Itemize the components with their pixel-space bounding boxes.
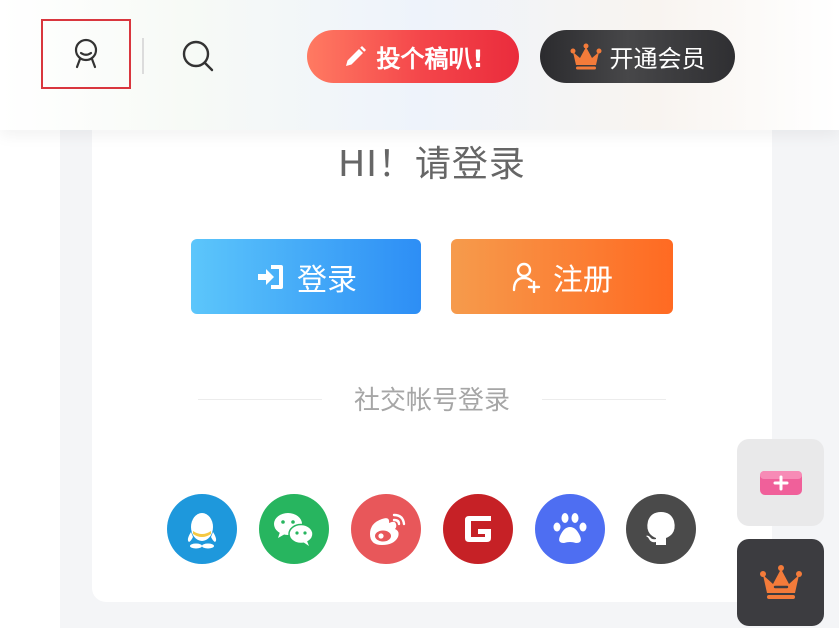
gitee-icon [465, 516, 491, 542]
social-gitee-button[interactable] [443, 494, 513, 564]
login-card: HI！请登录 登录 注册 社交帐号登录 [92, 110, 772, 602]
search-icon [182, 40, 214, 72]
qq-icon [187, 513, 217, 549]
social-login-title: 社交帐号登录 [353, 386, 510, 416]
vip-label: 开通会员 [609, 45, 706, 73]
social-baidu-button[interactable] [535, 494, 605, 564]
social-divider-right [542, 399, 666, 400]
crown-icon [759, 564, 802, 599]
weibo-icon [370, 513, 406, 545]
user-button[interactable] [41, 19, 131, 89]
add-post-icon [759, 470, 802, 495]
add-user-icon [512, 262, 541, 293]
header-divider [142, 38, 144, 74]
social-qq-button[interactable] [167, 494, 237, 564]
vip-button[interactable]: 开通会员 [540, 30, 735, 83]
social-github-button[interactable] [626, 494, 696, 564]
register-label: 注册 [553, 262, 613, 298]
search-button[interactable] [178, 36, 218, 76]
contribute-label: 投个稿叭! [376, 45, 484, 73]
register-button[interactable]: 注册 [451, 239, 673, 314]
user-icon [74, 38, 98, 69]
social-wechat-button[interactable] [259, 494, 329, 564]
crown-icon [570, 43, 601, 69]
login-label: 登录 [297, 262, 357, 298]
social-weibo-button[interactable] [351, 494, 421, 564]
pencil-icon [345, 45, 366, 66]
contribute-button[interactable]: 投个稿叭! [307, 30, 519, 83]
floating-vip-button[interactable] [737, 539, 824, 626]
sign-in-icon [258, 264, 283, 289]
floating-post-button[interactable] [737, 439, 824, 526]
top-header: 投个稿叭! 开通会员 [0, 0, 839, 130]
baidu-icon [553, 513, 587, 543]
wechat-icon [274, 513, 314, 546]
page-background [0, 130, 60, 628]
login-greeting: HI！请登录 [338, 144, 526, 185]
login-button[interactable]: 登录 [191, 239, 421, 314]
github-icon [646, 512, 675, 545]
